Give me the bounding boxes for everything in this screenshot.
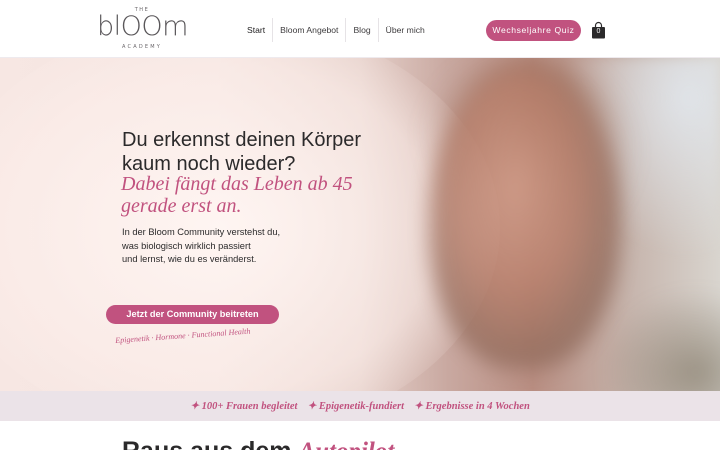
nav-item-bloom-angebot[interactable]: Bloom Angebot	[273, 18, 347, 42]
brand-logo[interactable]: THE blOOm ACADEMY	[97, 6, 188, 50]
benefit-item: ✦ Epigenetik-fundiert	[307, 401, 405, 412]
hero-section: Du erkennst deinen Körper kaum noch wied…	[0, 58, 720, 391]
hero-background-portrait	[430, 68, 620, 368]
section-title-text: Raus aus dem	[122, 437, 298, 450]
hero-text-line2: was biologisch wirklich passiert	[122, 240, 251, 251]
logo-wordmark: blOOm	[97, 11, 188, 42]
hero-description: In der Bloom Community verstehst du, was…	[122, 226, 342, 267]
hero-background-foliage	[600, 288, 720, 391]
hero-highlight: Dabei fängt das Leben ab 45 gerade erst …	[121, 173, 441, 217]
benefit-item: ✦ 100+ Frauen begleitet	[190, 401, 298, 412]
hero-highlight-line2: gerade erst an.	[121, 195, 242, 217]
hero-heading: Du erkennst deinen Körper kaum noch wied…	[122, 128, 442, 176]
nav-item-blog[interactable]: Blog	[346, 18, 379, 42]
section-title: Raus aus dem Autopilot	[122, 436, 622, 450]
quiz-button[interactable]: Wechseljahre Quiz	[486, 20, 581, 41]
cart-button[interactable]: 0	[591, 21, 606, 39]
hero-text-line3: und lernst, wie du es veränderst.	[122, 254, 257, 264]
cart-count: 0	[596, 28, 601, 35]
join-community-button[interactable]: Jetzt der Community beitreten	[106, 305, 279, 324]
site-header: THE blOOm ACADEMY Start Bloom Angebot Bl…	[0, 0, 720, 58]
hero-heading-line1: Du erkennst deinen Körper	[122, 129, 362, 151]
benefit-item: ✦ Ergebnisse in 4 Wochen	[414, 401, 530, 412]
hero-text-line1: In der Bloom Community verstehst du,	[122, 227, 281, 237]
page: THE blOOm ACADEMY Start Bloom Angebot Bl…	[0, 0, 720, 450]
nav-item-start[interactable]: Start	[240, 18, 274, 42]
hero-glow	[0, 58, 500, 391]
main-nav: Start Bloom Angebot Blog Über mich	[240, 18, 432, 42]
hero-highlight-line1: Dabei fängt das Leben ab 45	[121, 173, 353, 195]
section-title-accent: Autopilot	[298, 438, 394, 450]
benefits-band: ✦ 100+ Frauen begleitet ✦ Epigenetik-fun…	[0, 391, 720, 421]
hero-heading-line2: kaum noch wieder?	[122, 153, 296, 175]
logo-subtitle: ACADEMY	[121, 44, 163, 50]
nav-item-ueber-mich[interactable]: Über mich	[379, 18, 432, 42]
